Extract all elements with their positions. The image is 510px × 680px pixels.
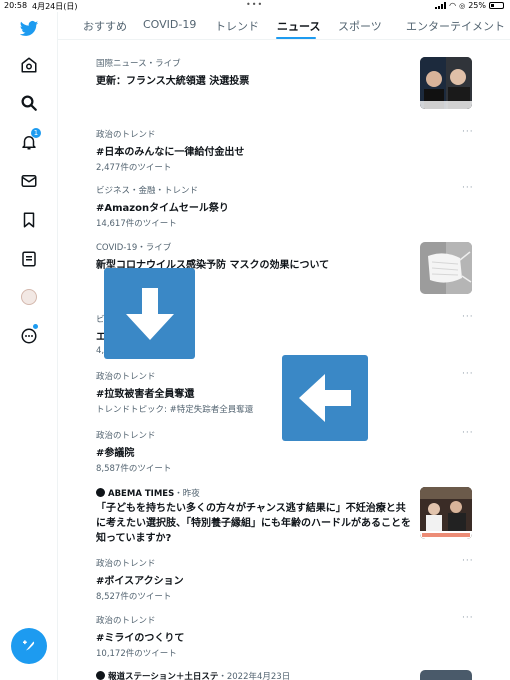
tweet-count: 8,587件のツイート [96,464,172,474]
news-thumbnail[interactable] [420,487,472,539]
twitter-logo-icon[interactable] [19,19,39,39]
search-icon[interactable] [20,94,38,112]
battery-icon [489,2,504,9]
bookmarks-icon[interactable] [20,211,38,229]
signal-icon [435,2,447,9]
item-title: 「子どもを持ちたい多くの方々がチャンス逃す結果に」不妊治療と共に考えたい選択肢、… [96,503,411,544]
arrow-left-icon [299,374,351,422]
explore-tabs: おすすめ COVID-19 トレンド ニュース スポーツ エンターテイメント [58,12,510,40]
messages-icon[interactable] [20,172,38,190]
feather-plus-icon [23,640,35,651]
arrow-down-icon [125,287,174,340]
profile-avatar[interactable] [21,289,37,305]
wifi-icon: ◠ [449,1,457,10]
trend-item[interactable]: 政治のトレンド #日本のみんなに一律給付金出せ 2,477件のツイート [96,128,486,173]
item-title: #ミライのつくりて [96,633,185,644]
tweet-count: 14,617件のツイート [96,219,177,229]
tab-trends[interactable]: トレンド [215,18,259,34]
item-meta: 政治のトレンド [96,130,156,140]
item-meta: ビジネス・金融・トレンド [96,186,199,196]
news-thumbnail[interactable] [420,57,472,109]
status-indicators: ◠ ◎ 25% [435,1,504,10]
tab-entertainment[interactable]: エンターテイメント [406,18,505,34]
tweet-count: 8,527件のツイート [96,592,172,602]
home-icon[interactable] [20,56,38,74]
news-source: ABEMA TIMES [108,489,175,499]
active-tab-indicator [276,37,316,39]
item-title: #日本のみんなに一律給付金出せ [96,147,245,158]
tweet-count: 2,477件のツイート [96,163,172,173]
news-thumbnail[interactable] [420,242,472,294]
tab-sports[interactable]: スポーツ [338,18,382,34]
trend-item[interactable]: 政治のトレンド #ミライのつくりて 10,172件のツイート [96,614,486,659]
notifications-icon[interactable]: 1 [20,128,41,151]
status-bar: 20:58 4月24日(日) ••• ◠ ◎ 25% [0,0,510,12]
item-meta: 政治のトレンド [96,616,156,626]
battery-percent: 25% [468,1,486,10]
trend-item[interactable]: 政治のトレンド #ボイスアクション 8,527件のツイート [96,557,486,602]
trend-item[interactable]: ビジネス・金融・トレンド #Amazonタイムセール祭り 14,617件のツイー… [96,184,486,229]
alarm-icon: ◎ [459,1,466,10]
more-dot-badge [33,324,38,329]
item-title: #参議院 [96,448,135,459]
item-title: #ボイスアクション [96,576,184,587]
source-logo-icon [96,488,105,497]
tab-news[interactable]: ニュース [277,18,320,34]
source-logo-icon [96,671,105,680]
tab-covid19[interactable]: COVID-19 [143,18,196,31]
lists-icon[interactable] [20,250,38,268]
more-icon[interactable] [20,324,38,345]
tweet-count: 10,172件のツイート [96,649,177,659]
compose-tweet-button[interactable] [11,628,47,664]
sidebar: 1 [0,12,58,680]
item-meta: 政治のトレンド [96,559,156,569]
multitasking-dots-icon[interactable]: ••• [246,0,263,9]
notification-badge: 1 [31,128,41,138]
down-arrow-overlay [104,268,195,359]
item-title: #Amazonタイムセール祭り [96,203,229,214]
tab-recommended[interactable]: おすすめ [83,18,127,34]
status-date: 4月24日(日) [32,2,78,11]
left-arrow-overlay [282,355,368,441]
news-time: ・2022年4月23日 [218,672,291,680]
news-time: ・昨夜 [174,489,200,499]
news-source: 報道ステーション＋土日ステ [108,672,219,680]
news-thumbnail[interactable] [420,670,472,680]
status-time: 20:58 [4,1,28,10]
